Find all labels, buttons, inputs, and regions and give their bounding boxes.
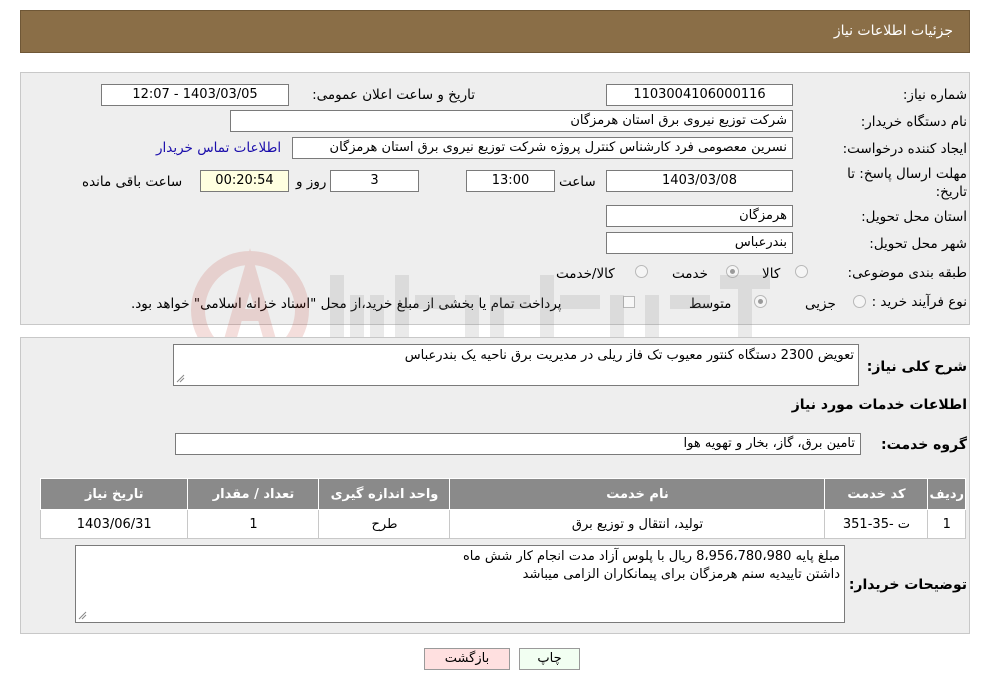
- remaining-time-field: 00:20:54: [200, 170, 289, 192]
- col-need-date: تاریخ نیاز: [39, 478, 189, 510]
- treasury-payment-checkbox[interactable]: [623, 296, 635, 308]
- category-goods-service-radio[interactable]: [635, 265, 648, 278]
- summary-label: شرح کلی نیاز:: [866, 359, 967, 375]
- category-service-radio[interactable]: [726, 265, 739, 278]
- need-number-label: شماره نیاز:: [902, 87, 967, 103]
- need-number-field: 1103004106000116: [606, 84, 793, 106]
- process-medium-radio[interactable]: [754, 295, 767, 308]
- deadline-time-field: 13:00: [466, 170, 555, 192]
- days-label: روز و: [296, 174, 327, 190]
- remaining-time-label: ساعت باقی مانده: [82, 174, 183, 190]
- quantity-cell: 1: [187, 509, 320, 539]
- print-button[interactable]: چاپ: [519, 648, 580, 670]
- buyer-org-label: نام دستگاه خریدار:: [860, 114, 967, 130]
- requester-field: نسرین معصومی فرد کارشناس کنترل پروژه شرک…: [292, 137, 793, 159]
- back-button[interactable]: بازگشت: [424, 648, 510, 670]
- treasury-payment-note: پرداخت تمام یا بخشی از مبلغ خرید،از محل …: [131, 296, 562, 312]
- unit-cell: طرح: [318, 509, 451, 539]
- category-goods-service-label: کالا/خدمت: [556, 266, 615, 282]
- process-minor-label: جزیی: [805, 296, 836, 312]
- col-service-name: نام خدمت: [449, 478, 826, 510]
- process-type-label: نوع فرآیند خرید :: [871, 294, 967, 310]
- buyer-notes-label: توضیحات خریدار:: [848, 577, 967, 593]
- buyer-org-field: شرکت توزیع نیروی برق استان هرمزگان: [230, 110, 793, 132]
- province-field: هرمزگان: [606, 205, 793, 227]
- deadline-label: مهلت ارسال پاسخ: تا: [847, 166, 967, 182]
- summary-text: تعویض 2300 دستگاه کنتور معیوب تک فاز ریل…: [404, 348, 854, 363]
- city-field: بندرعباس: [606, 232, 793, 254]
- col-row-number: ردیف: [927, 478, 966, 510]
- category-service-label: خدمت: [672, 266, 708, 282]
- process-minor-radio[interactable]: [853, 295, 866, 308]
- buyer-notes-line-2: داشتن تاییدیه سنم هرمزگان برای پیمانکارا…: [522, 567, 840, 582]
- requester-label: ایجاد کننده درخواست:: [842, 141, 967, 157]
- announce-datetime-field: 1403/03/05 - 12:07: [101, 84, 289, 106]
- resize-handle-icon[interactable]: [176, 374, 185, 383]
- table-row: 1 ت -35-351 تولید، انتقال و توزیع برق طر…: [39, 509, 966, 539]
- row-number-cell: 1: [927, 509, 966, 539]
- services-table-header-row: ردیف کد خدمت نام خدمت واحد اندازه گیری ت…: [39, 478, 966, 510]
- page-title: جزئیات اطلاعات نیاز: [833, 23, 953, 39]
- service-name-cell: تولید، انتقال و توزیع برق: [449, 509, 826, 539]
- buyer-notes-line-1: مبلغ پایه 8،956،780،980 ریال با پلوس آزا…: [462, 549, 840, 564]
- page-header: جزئیات اطلاعات نیاز: [20, 10, 970, 53]
- days-field: 3: [330, 170, 419, 192]
- deadline-date-field: 1403/03/08: [606, 170, 793, 192]
- deadline-date-caption: تاریخ:: [935, 184, 967, 200]
- deadline-time-label: ساعت: [559, 174, 596, 190]
- resize-handle-icon[interactable]: [78, 611, 87, 620]
- province-label: استان محل تحویل:: [861, 209, 967, 225]
- need-date-cell: 1403/06/31: [39, 509, 189, 539]
- summary-textarea[interactable]: تعویض 2300 دستگاه کنتور معیوب تک فاز ریل…: [173, 344, 859, 386]
- city-label: شهر محل تحویل:: [869, 236, 967, 252]
- category-goods-radio[interactable]: [795, 265, 808, 278]
- category-label: طبقه بندی موضوعی:: [847, 265, 967, 281]
- category-goods-label: کالا: [762, 266, 781, 282]
- buyer-notes-textarea[interactable]: مبلغ پایه 8،956،780،980 ریال با پلوس آزا…: [75, 545, 845, 623]
- col-quantity: تعداد / مقدار: [187, 478, 320, 510]
- service-group-field: تامین برق، گاز، بخار و تهویه هوا: [175, 433, 861, 455]
- service-code-cell: ت -35-351: [824, 509, 929, 539]
- services-table: ردیف کد خدمت نام خدمت واحد اندازه گیری ت…: [39, 478, 966, 539]
- service-group-label: گروه خدمت:: [881, 437, 967, 453]
- col-service-code: کد خدمت: [824, 478, 929, 510]
- buyer-contact-link[interactable]: اطلاعات تماس خریدار: [156, 140, 281, 156]
- process-medium-label: متوسط: [689, 296, 732, 312]
- announce-datetime-label: تاریخ و ساعت اعلان عمومی:: [312, 87, 475, 103]
- col-unit: واحد اندازه گیری: [318, 478, 451, 510]
- services-section-title: اطلاعات خدمات مورد نیاز: [791, 397, 967, 413]
